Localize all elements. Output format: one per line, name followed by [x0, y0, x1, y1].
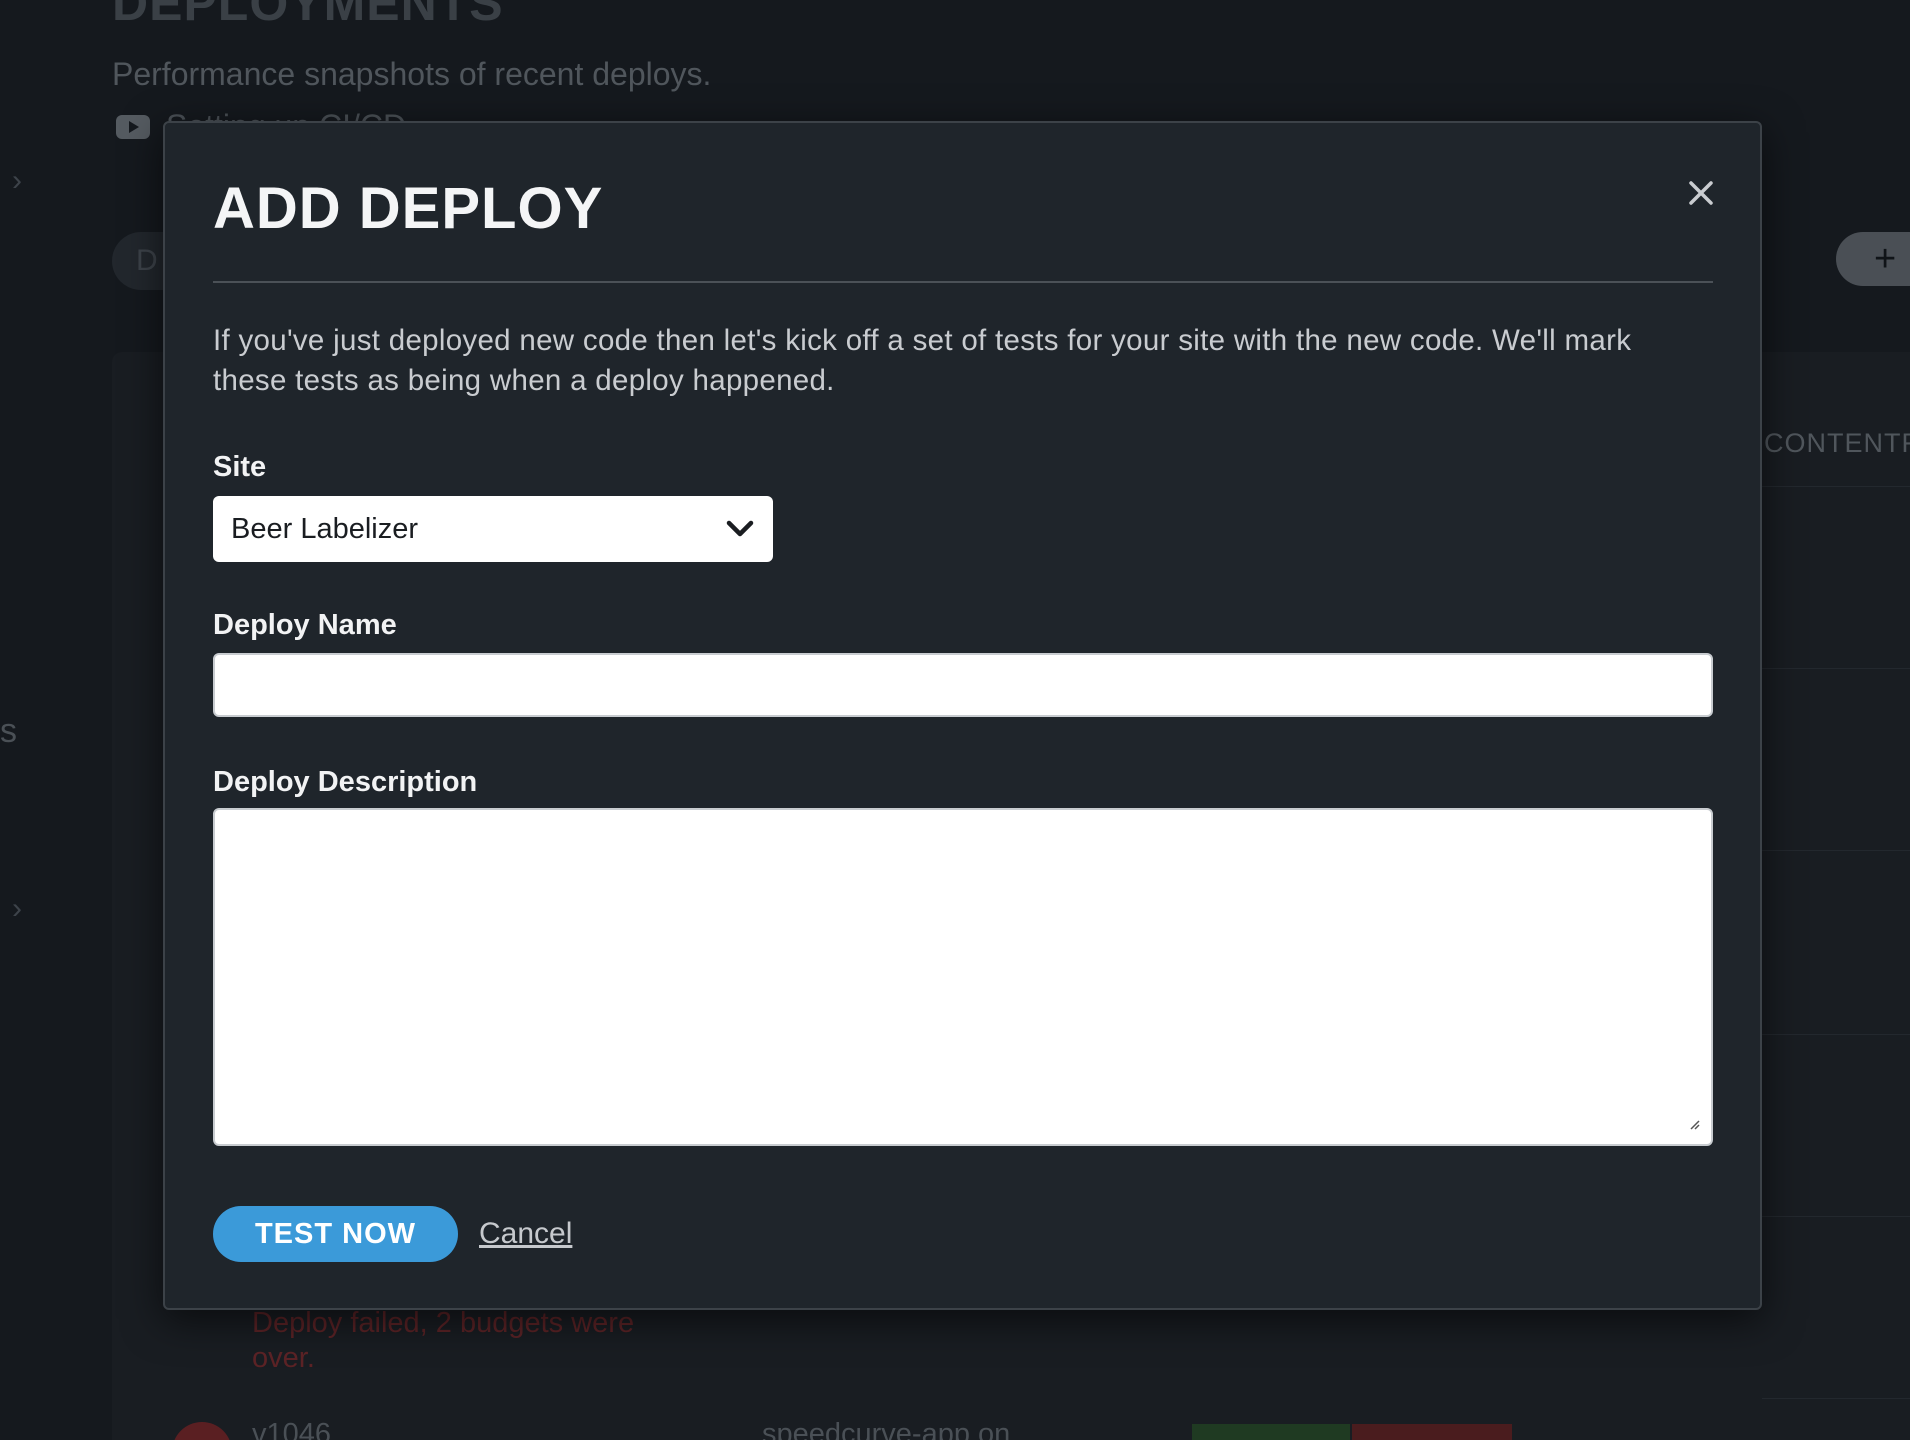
row-divider — [1762, 1216, 1910, 1217]
deploy-name-label: Deploy Name — [213, 609, 397, 641]
deploy-description-textarea[interactable] — [213, 808, 1713, 1146]
row-divider — [1762, 1398, 1910, 1399]
column-header: CONTENTF — [1764, 428, 1910, 458]
resize-handle-icon[interactable] — [1687, 1117, 1701, 1131]
filter-pill-label: D — [136, 244, 158, 277]
site-label: Site — [213, 451, 267, 483]
row-divider — [1762, 668, 1910, 669]
page-subtitle: Performance snapshots of recent deploys. — [112, 56, 712, 92]
youtube-icon — [116, 114, 150, 139]
close-icon[interactable] — [1681, 173, 1721, 213]
modal-title: ADD DEPLOY — [213, 176, 604, 241]
chevron-down-icon — [726, 520, 754, 537]
deploy-site: speedcurve-app on — [762, 1418, 1011, 1440]
sidebar-chevron-icon: › — [12, 164, 22, 197]
add-deploy-modal: ADD DEPLOY If you've just deployed new c… — [163, 121, 1762, 1310]
cancel-link[interactable]: Cancel — [479, 1217, 572, 1251]
budget-fail-bar — [1352, 1424, 1512, 1440]
row-divider — [1762, 1034, 1910, 1035]
row-divider — [1762, 850, 1910, 851]
row-divider — [1762, 486, 1910, 487]
deploy-version: v1046 — [252, 1418, 332, 1440]
test-now-button[interactable]: TEST NOW — [213, 1206, 458, 1262]
page-title: DEPLOYMENTS — [112, 0, 504, 31]
deploy-status-text: Deploy failed, 2 budgets were over. — [252, 1307, 635, 1374]
site-select-value: Beer Labelizer — [231, 512, 418, 545]
plus-icon: + — [1874, 238, 1897, 280]
modal-intro-text: If you've just deployed new code then le… — [213, 324, 1632, 397]
site-select[interactable]: Beer Labelizer — [213, 496, 773, 562]
add-deploy-button: + — [1836, 232, 1910, 286]
budget-pass-bar — [1192, 1424, 1350, 1440]
sidebar-chevron-icon: › — [12, 892, 22, 925]
sidebar-label-fragment: s — [0, 712, 17, 750]
deploy-name-input[interactable] — [213, 653, 1713, 717]
deploy-description-label: Deploy Description — [213, 766, 478, 798]
modal-divider — [213, 281, 1713, 283]
